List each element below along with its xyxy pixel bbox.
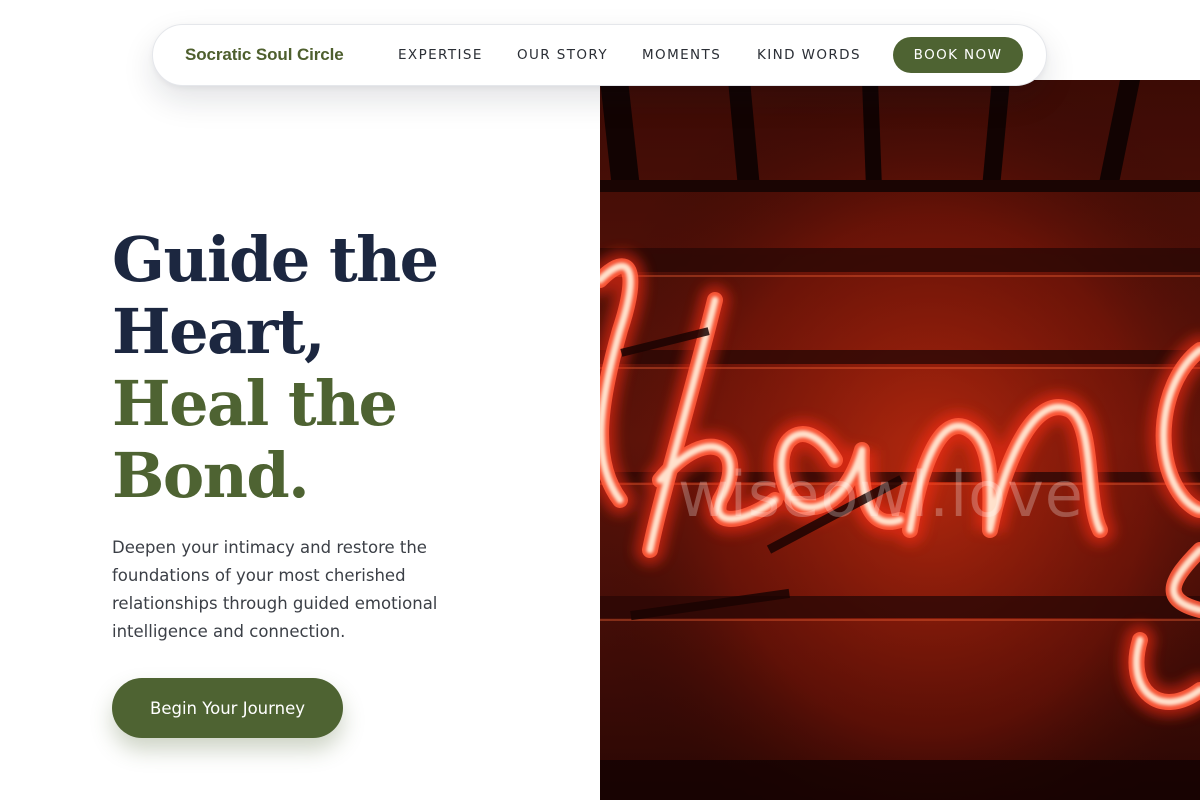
hero-neon-sign-image: wiseowl.love	[600, 80, 1200, 800]
nav-link-expertise[interactable]: EXPERTISE	[398, 47, 483, 63]
hero-headline-line-4: Bond.	[112, 439, 310, 512]
begin-journey-button[interactable]: Begin Your Journey	[112, 678, 343, 738]
brand-logo-text[interactable]: Socratic Soul Circle	[185, 45, 344, 65]
nav-link-moments[interactable]: MOMENTS	[642, 47, 721, 63]
book-now-button[interactable]: BOOK NOW	[893, 37, 1023, 73]
hero-headline-line-3: Heal the	[112, 367, 398, 440]
top-navbar: Socratic Soul Circle EXPERTISE OUR STORY…	[152, 24, 1047, 86]
hero-headline-line-1: Guide the	[112, 223, 439, 296]
hero-headline-line-2: Heart,	[112, 295, 326, 368]
hero-headline: Guide the Heart, Heal the Bond.	[112, 223, 439, 512]
hero-description: Deepen your intimacy and restore the fou…	[112, 538, 438, 641]
nav-link-our-story[interactable]: OUR STORY	[517, 47, 608, 63]
nav-link-kind-words[interactable]: KIND WORDS	[757, 47, 861, 63]
